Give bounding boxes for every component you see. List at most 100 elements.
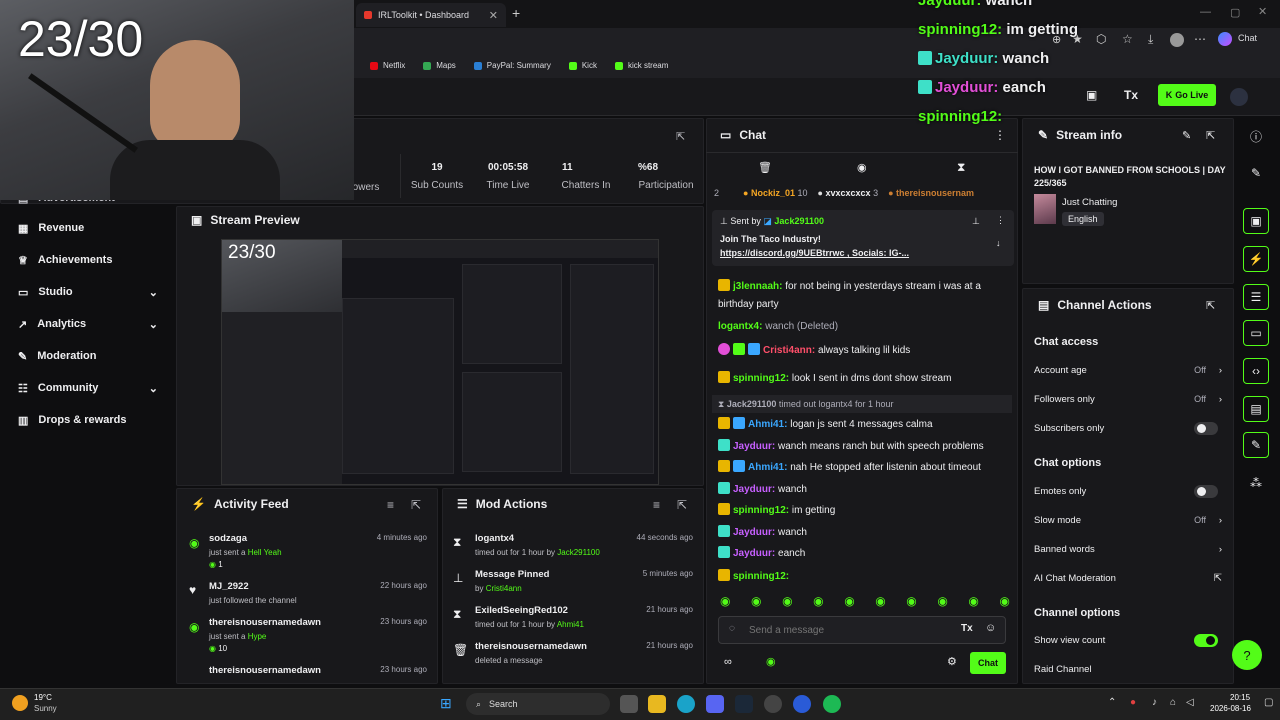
setting-account-age[interactable]: Account age Off › — [1034, 360, 1224, 380]
emote-icon[interactable]: ◉ — [751, 594, 761, 610]
windows-start-icon[interactable]: ⊞ — [440, 695, 452, 712]
translate-icon[interactable]: Tx — [961, 623, 973, 634]
activity-user[interactable]: thereisnousernamedawn — [209, 665, 321, 676]
emote-icon[interactable]: ◉ — [906, 594, 916, 610]
rail-code-icon[interactable]: ‹› — [1243, 358, 1269, 384]
show-view-count-toggle[interactable] — [1194, 633, 1218, 647]
gifter-entry[interactable]: ● xvxcxcxcx 3 — [818, 188, 879, 198]
help-icon[interactable]: ? — [1232, 640, 1262, 670]
spotify-icon[interactable] — [823, 695, 841, 713]
subscribers-only-toggle[interactable] — [1194, 421, 1218, 435]
activity-user[interactable]: sodzaga — [209, 533, 247, 544]
emote-icon[interactable]: ◉ — [844, 594, 854, 610]
emote-icon[interactable]: ◉ — [875, 594, 885, 610]
mod-action-by[interactable]: Jack291100 — [557, 548, 600, 557]
emote-icon[interactable]: ◉ — [999, 594, 1009, 610]
sidebar-item-analytics[interactable]: ↗ Analytics ⌄ — [0, 308, 172, 340]
hourglass-icon[interactable]: ⧗ — [957, 160, 965, 175]
tray-chevron-icon[interactable]: ⌃ — [1108, 697, 1116, 708]
stream-preview-video[interactable]: 23/30 — [221, 239, 659, 485]
edge-icon[interactable] — [677, 695, 695, 713]
setting-raid-channel[interactable]: Raid Channel — [1034, 659, 1224, 679]
category-thumbnail[interactable] — [1034, 194, 1056, 224]
setting-ai-chat-moderation[interactable]: AI Chat Moderation ⇱ — [1034, 568, 1224, 588]
mod-action-user[interactable]: logantx4 — [475, 533, 514, 544]
translate-icon[interactable]: Tx — [1124, 88, 1138, 102]
filter-icon[interactable]: ≡ — [653, 498, 660, 512]
notifications-icon[interactable]: ▢ — [1264, 697, 1273, 708]
popout-icon[interactable]: ⇱ — [677, 498, 687, 512]
chat-user[interactable]: spinning12: — [733, 505, 789, 516]
rail-edit-icon[interactable]: ✎ — [1243, 160, 1269, 186]
microphone-icon[interactable]: ♪ — [1152, 697, 1157, 708]
sidebar-item-achievements[interactable]: ♕ Achievements — [0, 244, 172, 276]
pinned-link[interactable]: https://discord.gg/9UEBtrrwc , Socials: … — [720, 248, 909, 258]
popout-icon[interactable]: ⇱ — [1206, 299, 1215, 312]
bookmark-kick[interactable]: Kick — [568, 61, 597, 70]
rail-chat-icon[interactable]: ▭ — [1243, 320, 1269, 346]
filter-icon[interactable]: ≡ — [387, 498, 394, 512]
settings-gear-icon[interactable] — [764, 695, 782, 713]
chat-user[interactable]: j3lennaah: — [733, 281, 782, 292]
favorites-icon[interactable]: ☆ — [1122, 32, 1133, 46]
chat-message-input[interactable] — [749, 621, 939, 639]
category-name[interactable]: Just Chatting — [1062, 197, 1117, 208]
pinned-menu-icon[interactable]: ⋮ — [996, 215, 1005, 226]
mod-action-by[interactable]: Cristi4ann — [486, 584, 522, 593]
task-view-icon[interactable] — [620, 695, 638, 713]
kicks-icon[interactable]: ∞ — [724, 656, 732, 668]
popout-icon[interactable]: ⇱ — [1206, 129, 1215, 142]
rail-lightning-icon[interactable]: ⚡ — [1243, 246, 1269, 272]
bookmark-kick-stream[interactable]: kick stream — [614, 61, 668, 70]
emote-icon[interactable]: ◉ — [813, 594, 823, 610]
rail-preview-icon[interactable]: ▣ — [1243, 208, 1269, 234]
chat-user[interactable]: Cristi4ann: — [763, 345, 815, 356]
close-window-icon[interactable]: ✕ — [1258, 5, 1267, 18]
activity-user[interactable]: MJ_2922 — [209, 581, 249, 592]
chat-user[interactable]: Ahmi41: — [748, 419, 787, 430]
chat-user[interactable]: Jayduur: — [733, 548, 775, 559]
info-icon[interactable]: ⓘ — [1250, 128, 1262, 145]
user-avatar[interactable] — [1230, 88, 1248, 106]
emoji-icon[interactable]: ☺ — [985, 622, 996, 634]
clock-time[interactable]: 20:15 — [1230, 693, 1250, 702]
popout-icon[interactable]: ⇱ — [411, 498, 421, 512]
setting-slow-mode[interactable]: Slow mode Off › — [1034, 510, 1224, 530]
steam-icon[interactable] — [735, 695, 753, 713]
rail-wrench-icon[interactable]: ✎ — [1243, 432, 1269, 458]
gifter-entry[interactable]: ● Nockiz_01 10 — [743, 188, 808, 198]
setting-followers-only[interactable]: Followers only Off › — [1034, 389, 1224, 409]
activity-user[interactable]: thereisnousernamedawn — [209, 617, 321, 628]
mod-action-user[interactable]: ExiledSeeingRed102 — [475, 605, 568, 616]
chat-user[interactable]: logantx4: — [718, 321, 762, 332]
sidebar-item-moderation[interactable]: ✎ Moderation — [0, 340, 172, 372]
mod-action-user[interactable]: thereisnousernamedawn — [475, 641, 587, 652]
file-explorer-icon[interactable] — [648, 695, 666, 713]
edit-icon[interactable]: ✎ — [1182, 129, 1191, 142]
sidebar-item-studio[interactable]: ▭ Studio ⌄ — [0, 276, 172, 308]
chat-user[interactable]: Jayduur: — [733, 441, 775, 452]
rail-list-icon[interactable]: ☰ — [1243, 284, 1269, 310]
more-icon[interactable]: ⋯ — [1194, 32, 1206, 46]
emote-icon[interactable]: ◉ — [720, 594, 730, 610]
gifter-entry[interactable]: ● thereisnousernam — [888, 188, 974, 198]
bookmark-netflix[interactable]: Netflix — [370, 61, 405, 70]
mod-action-user[interactable]: Message Pinned — [475, 569, 549, 580]
expand-icon[interactable]: ↓ — [996, 238, 1001, 248]
emote-icon[interactable]: ◉ — [782, 594, 792, 610]
unpin-icon[interactable]: ⊥ — [972, 216, 980, 227]
sidebar-item-community[interactable]: ☷ Community ⌄ — [0, 372, 172, 404]
discord-icon[interactable] — [706, 695, 724, 713]
tray-app-icon[interactable]: ● — [1130, 697, 1136, 708]
chat-user[interactable]: Jayduur: — [733, 527, 775, 538]
rail-settings-icon[interactable]: ▤ — [1243, 396, 1269, 422]
clock-date[interactable]: 2026-08-16 — [1210, 704, 1251, 713]
setting-banned-words[interactable]: Banned words › — [1034, 539, 1224, 559]
close-tab-icon[interactable]: ✕ — [489, 9, 498, 22]
profile-avatar[interactable] — [1170, 33, 1184, 47]
minimize-icon[interactable]: — — [1200, 6, 1211, 18]
bookmark-maps[interactable]: Maps — [423, 61, 456, 70]
sidebar-item-drops-rewards[interactable]: ▥ Drops & rewards — [0, 404, 172, 436]
trash-icon[interactable]: 🗑 — [758, 161, 772, 174]
taskbar-search[interactable]: ⌕ Search — [466, 693, 610, 715]
